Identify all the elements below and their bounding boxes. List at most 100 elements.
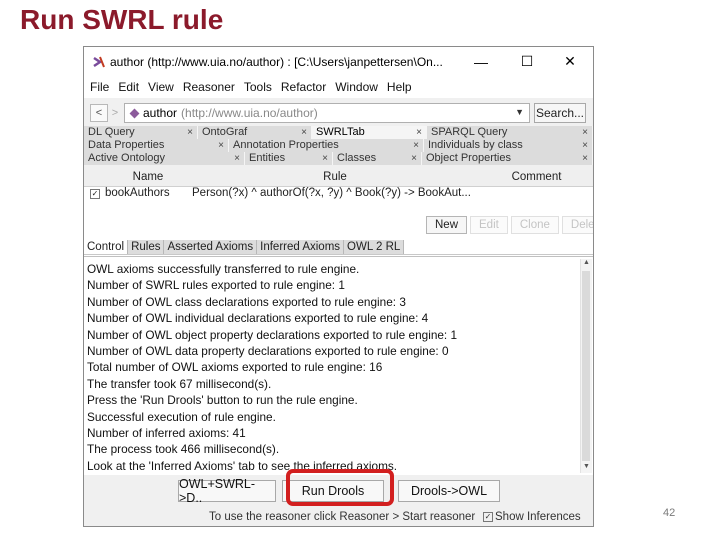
status-bar: To use the reasoner click Reasoner > Sta… (84, 509, 593, 526)
console-lines: OWL axioms successfully transferred to r… (87, 261, 577, 474)
console-line: Number of OWL individual declarations ex… (87, 311, 429, 326)
rule-enabled-checkbox[interactable]: ✓ (90, 189, 100, 199)
tab-inferred-axioms[interactable]: Inferred Axioms (257, 240, 345, 254)
page-number: 42 (663, 507, 676, 519)
console-line: Total number of OWL axioms exported to r… (87, 360, 383, 375)
status-text: To use the reasoner click Reasoner > Sta… (209, 511, 476, 523)
menu-help[interactable]: Help (387, 80, 412, 94)
close-icon[interactable]: × (187, 126, 193, 139)
tab-asserted-axioms[interactable]: Asserted Axioms (164, 240, 258, 254)
scroll-thumb[interactable] (582, 271, 590, 461)
minimize-button[interactable]: — (458, 47, 504, 76)
protege-window: author (http://www.uia.no/author) : [C:\… (83, 46, 594, 527)
tab-label: SWRLTab (316, 126, 365, 138)
console-line: Number of OWL object property declaratio… (87, 327, 458, 342)
rule-actions: New Edit Clone Delete (426, 216, 593, 234)
drools-tabs: Control Rules Asserted Axioms Inferred A… (84, 240, 593, 255)
tab-row-1: DL Query × OntoGraf × SWRLTab × SPARQL Quer… (84, 126, 593, 139)
rule-name: bookAuthors (105, 187, 170, 199)
column-header-rule[interactable]: Rule (190, 171, 480, 183)
tab-owl2-rl[interactable]: OWL 2 RL (344, 240, 405, 254)
rule-body: Person(?x) ^ authorOf(?x, ?y) ^ Book(?y)… (192, 187, 471, 199)
tab-label: Active Ontology (88, 152, 166, 164)
tab-ontograf[interactable]: OntoGraf × (198, 126, 312, 139)
search-button[interactable]: Search... (534, 103, 586, 123)
menu-reasoner[interactable]: Reasoner (183, 80, 235, 94)
scroll-up-icon[interactable]: ▲ (581, 259, 592, 269)
menu-bar: File Edit View Reasoner Tools Refactor W… (84, 76, 593, 98)
console-line: Number of inferred axioms: 41 (87, 425, 246, 440)
close-icon[interactable]: × (301, 126, 307, 139)
menu-file[interactable]: File (90, 80, 109, 94)
tab-label: Individuals by class (428, 139, 523, 151)
close-icon[interactable]: × (416, 126, 422, 139)
entity-iri: (http://www.uia.no/author) (181, 106, 318, 120)
menu-window[interactable]: Window (335, 80, 378, 94)
menu-refactor[interactable]: Refactor (281, 80, 326, 94)
tab-label: DL Query (88, 126, 135, 138)
address-bar: < > author (http://www.uia.no/author) ▼ … (84, 100, 593, 126)
console-output: OWL axioms successfully transferred to r… (84, 256, 593, 475)
close-icon[interactable]: × (234, 152, 240, 165)
tab-label: Object Properties (426, 152, 511, 164)
maximize-button[interactable]: ☐ (504, 47, 550, 76)
title-bar: author (http://www.uia.no/author) : [C:\… (84, 47, 593, 76)
back-button[interactable]: < (90, 104, 108, 122)
close-icon[interactable]: × (413, 139, 419, 152)
console-line: OWL axioms successfully transferred to r… (87, 262, 360, 276)
console-line: Number of SWRL rules exported to rule en… (87, 278, 345, 293)
delete-rule-button[interactable]: Delete (561, 216, 593, 234)
show-inferences-label: Show Inferences (495, 511, 581, 523)
forward-button[interactable]: > (108, 107, 122, 119)
slide-title: Run SWRL rule (20, 4, 224, 35)
tab-row-3: Active Ontology × Entities × Classes × Obje… (84, 152, 593, 165)
dropdown-arrow-icon[interactable]: ▼ (515, 107, 524, 117)
tab-classes[interactable]: Classes × (333, 152, 422, 165)
menu-tools[interactable]: Tools (244, 80, 272, 94)
tab-active-ontology[interactable]: Active Ontology × (84, 152, 245, 165)
new-rule-button[interactable]: New (426, 216, 468, 234)
menu-view[interactable]: View (148, 80, 174, 94)
tab-sparql-query[interactable]: SPARQL Query × (427, 126, 593, 139)
protege-logo-icon (92, 55, 106, 69)
tab-dl-query[interactable]: DL Query × (84, 126, 198, 139)
close-icon[interactable]: × (218, 139, 224, 152)
console-scrollbar[interactable]: ▲ ▼ (580, 259, 592, 473)
column-header-comment[interactable]: Comment (484, 171, 589, 183)
drools-to-owl-button[interactable]: Drools->OWL (398, 480, 500, 502)
tab-data-properties[interactable]: Data Properties × (84, 139, 229, 152)
tab-label: SPARQL Query (431, 126, 508, 138)
close-icon[interactable]: × (582, 126, 588, 139)
tab-rules[interactable]: Rules (128, 240, 165, 254)
close-icon[interactable]: × (582, 139, 588, 152)
console-line: The process took 466 millisecond(s). (87, 442, 280, 457)
tab-entities[interactable]: Entities × (245, 152, 333, 165)
edit-rule-button[interactable]: Edit (470, 216, 508, 234)
tab-label: Entities (249, 152, 286, 164)
close-icon[interactable]: × (322, 152, 328, 165)
clone-rule-button[interactable]: Clone (510, 216, 559, 234)
tab-label: Data Properties (88, 139, 165, 151)
table-header: Name Rule Comment (84, 170, 593, 187)
column-header-name[interactable]: Name (106, 171, 190, 183)
tab-label: Classes (337, 152, 377, 164)
show-inferences-checkbox[interactable]: ✓ (483, 512, 493, 522)
tab-swrltab[interactable]: SWRLTab × (312, 126, 427, 139)
entity-iri-selector[interactable]: author (http://www.uia.no/author) ▼ (124, 103, 530, 123)
close-icon[interactable]: × (582, 152, 588, 165)
owl-swrl-to-drools-button[interactable]: OWL+SWRL->D.. (178, 477, 276, 505)
tab-label: OntoGraf (202, 126, 248, 138)
tab-individuals-by-class[interactable]: Individuals by class × (424, 139, 593, 152)
menu-edit[interactable]: Edit (118, 80, 139, 94)
tab-annotation-properties[interactable]: Annotation Properties × (229, 139, 424, 152)
tab-label: Annotation Properties (233, 139, 339, 151)
scroll-down-icon[interactable]: ▼ (581, 463, 592, 473)
table-row[interactable]: ✓ bookAuthors Person(?x) ^ authorOf(?x, … (84, 187, 593, 201)
close-icon[interactable]: × (411, 152, 417, 165)
tab-control[interactable]: Control (84, 240, 129, 254)
close-window-button[interactable]: ✕ (547, 47, 593, 76)
tab-object-properties[interactable]: Object Properties × (422, 152, 593, 165)
run-drools-highlight (286, 469, 394, 506)
window-title: author (http://www.uia.no/author) : [C:\… (110, 54, 443, 69)
individual-icon (129, 108, 140, 118)
